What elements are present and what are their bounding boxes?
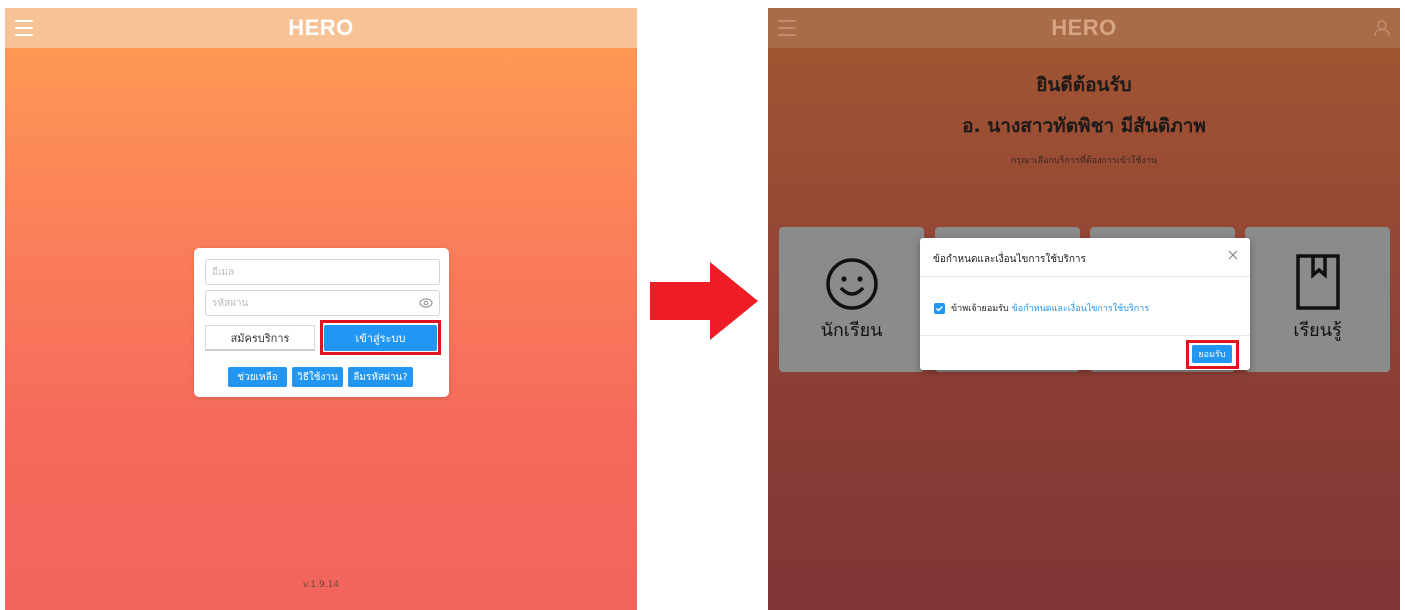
terms-modal: ข้อกำหนดและเงื่อนไขการใช้บริการ ข้าพเจ้า…	[920, 238, 1250, 370]
terms-checkbox[interactable]	[934, 303, 945, 314]
login-screen: HERO สมัครบริการ เข้าสู่ระบบ ช่วยเหลือ ว…	[5, 8, 637, 610]
service-card-label: นักเรียน	[820, 320, 883, 341]
email-field-wrap	[205, 259, 440, 285]
email-field[interactable]	[206, 261, 412, 284]
register-button[interactable]: สมัครบริการ	[205, 325, 315, 351]
howto-button[interactable]: วิธีใช้งาน	[292, 367, 343, 387]
service-card-learn[interactable]: เรียนรู้	[1245, 227, 1390, 372]
agree-prefix: ข้าพเจ้ายอมรับ	[951, 304, 1009, 314]
close-icon[interactable]	[1228, 250, 1238, 260]
app-version: v.1.9.14	[302, 580, 340, 590]
welcome-heading: ยินดีต้อนรับ	[1036, 74, 1132, 96]
login-card: สมัครบริการ เข้าสู่ระบบ ช่วยเหลือ วิธีใช…	[194, 248, 449, 397]
forgot-password-button[interactable]: ลืมรหัสผ่าน?	[348, 367, 413, 387]
hamburger-icon[interactable]	[778, 20, 796, 36]
hamburger-icon[interactable]	[15, 20, 33, 36]
password-field[interactable]	[206, 292, 412, 315]
service-select-screen: HERO ยินดีต้อนรับ อ. นางสาวทัตพิชา มีสัน…	[768, 8, 1400, 610]
app-header: HERO	[768, 8, 1400, 48]
accept-button-highlight	[1186, 340, 1239, 369]
eye-icon[interactable]	[419, 297, 433, 309]
help-button[interactable]: ช่วยเหลือ	[228, 367, 287, 387]
password-field-wrap	[205, 290, 440, 316]
service-card-student[interactable]: นักเรียน	[779, 227, 924, 372]
check-icon	[935, 305, 944, 312]
terms-link[interactable]: ข้อกำหนดและเงื่อนไขการใช้บริการ	[1012, 304, 1150, 314]
modal-title: ข้อกำหนดและเงื่อนไขการใช้บริการ	[933, 254, 1086, 265]
bookmark-icon	[1296, 254, 1340, 310]
teacher-name: อ. นางสาวทัตพิชา มีสันติภาพ	[962, 115, 1206, 137]
app-header: HERO	[5, 8, 637, 48]
modal-divider	[920, 276, 1250, 277]
smiley-icon	[826, 258, 878, 310]
user-icon[interactable]	[1372, 18, 1392, 38]
app-title: HERO	[1051, 15, 1117, 40]
login-button-highlight	[320, 320, 441, 355]
welcome-subtitle: กรุณาเลือกบริการที่ต้องการเข้าใช้งาน	[1010, 156, 1158, 166]
arrow-right-icon	[650, 262, 758, 340]
modal-divider	[920, 335, 1250, 336]
service-card-label: เรียนรู้	[1293, 320, 1342, 341]
terms-agree-text: ข้าพเจ้ายอมรับ ข้อกำหนดและเงื่อนไขการใช้…	[951, 301, 1149, 315]
app-title: HERO	[288, 15, 354, 40]
